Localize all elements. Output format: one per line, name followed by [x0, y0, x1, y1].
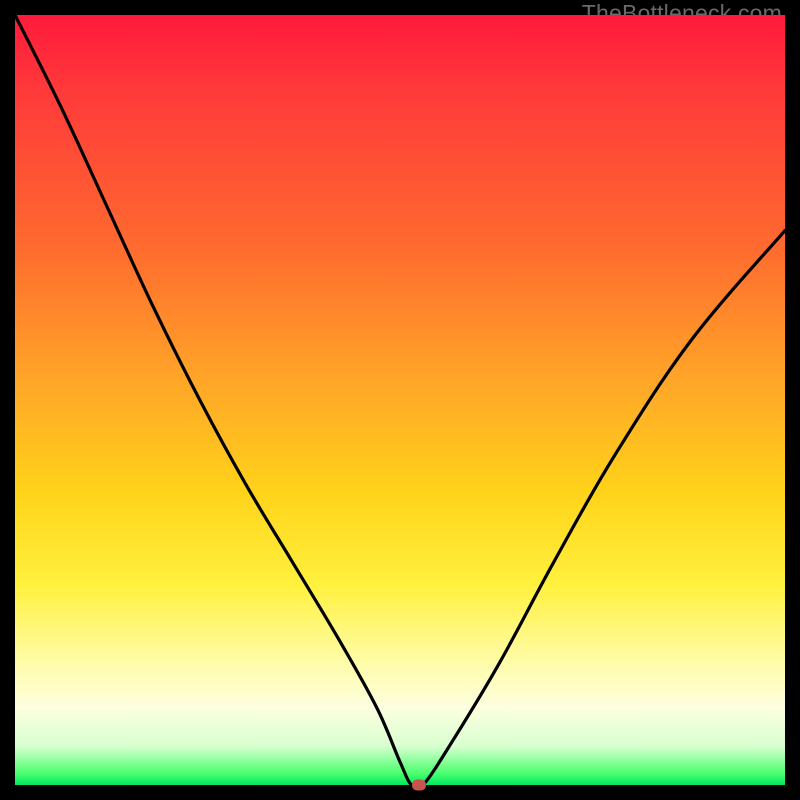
plot-area — [15, 15, 785, 785]
line-series — [15, 15, 785, 785]
minimum-marker — [412, 780, 426, 791]
chart-frame: TheBottleneck.com — [0, 0, 800, 800]
